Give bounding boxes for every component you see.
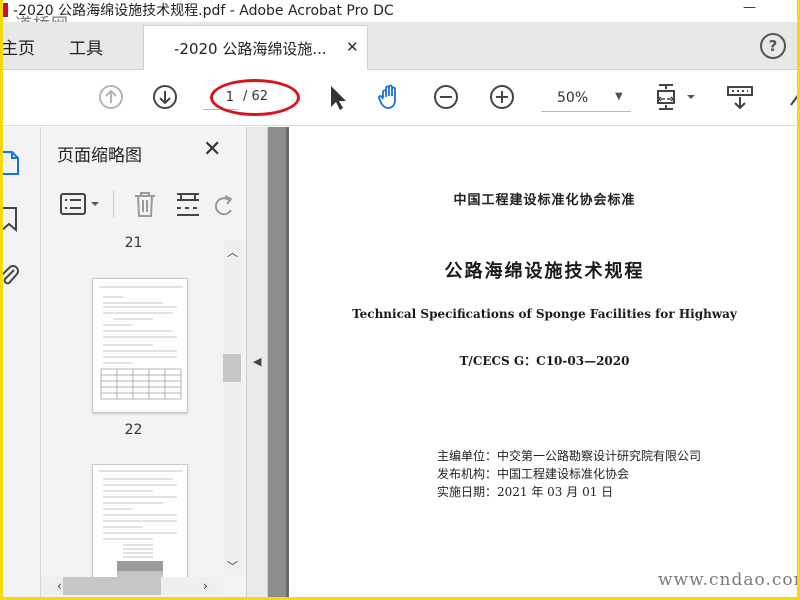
hand-tool-icon[interactable]	[376, 83, 404, 111]
scrollbar-thumb[interactable]	[63, 577, 161, 595]
thumbnail-vertical-scrollbar[interactable]: ︿ ﹀	[223, 240, 241, 575]
title-bar: -2020 公路海绵设施技术规程.pdf - Adobe Acrobat Pro…	[3, 0, 797, 22]
chevron-up-icon[interactable]: ︿	[227, 244, 238, 260]
thumbnails-panel: 页面缩略图 ✕ 21 22 ︿ ﹀ ‹ ›	[41, 127, 246, 597]
tab-home[interactable]: 主页	[3, 34, 35, 59]
doc-code: T/CECS G：C10-03—2020	[459, 354, 630, 368]
app-icon	[3, 3, 8, 17]
pdf-page: 中国工程建设标准化协会标准 公路海绵设施技术规程 Technical Speci…	[286, 127, 797, 597]
rotate-icon[interactable]	[213, 190, 235, 218]
fit-page-icon[interactable]	[655, 83, 699, 111]
prev-page-icon[interactable]	[97, 83, 125, 111]
delete-icon[interactable]	[133, 190, 157, 218]
zoom-value: 50%	[557, 90, 589, 106]
doc-publisher: 发布机构：中国工程建设标准化协会	[437, 467, 630, 481]
tab-document[interactable]: -2020 公路海绵设施... ✕	[143, 25, 368, 70]
tab-tools[interactable]: 工具	[69, 34, 103, 59]
help-icon[interactable]: ?	[760, 33, 786, 59]
more-tools-icon[interactable]	[787, 83, 797, 111]
insert-page-icon[interactable]	[175, 190, 201, 218]
scroll-mode-icon[interactable]	[726, 83, 754, 111]
doc-title-en: Technical Specifications of Sponge Facil…	[352, 307, 737, 321]
zoom-select[interactable]: 50% ▼	[541, 86, 631, 112]
doc-org: 中国工程建设标准化协会标准	[453, 193, 636, 208]
doc-editor: 主编单位：中交第一公路勘察设计研究院有限公司	[437, 449, 702, 463]
chevron-left-icon[interactable]: ‹	[57, 579, 62, 593]
collapse-left-icon[interactable]: ◀	[253, 355, 261, 368]
select-arrow-icon[interactable]	[323, 83, 351, 111]
thumbnail-horizontal-scrollbar[interactable]: ‹ ›	[41, 577, 223, 595]
tab-close-icon[interactable]: ✕	[346, 38, 359, 56]
doc-title-cn: 公路海绵设施技术规程	[444, 261, 645, 282]
tab-bar: 主页 工具 -2020 公路海绵设施... ✕ ?	[3, 22, 797, 70]
watermark-bottom: www.cndao.com	[658, 570, 797, 590]
zoom-out-icon[interactable]	[432, 83, 460, 111]
divider	[113, 190, 114, 218]
document-viewport[interactable]: 中国工程建设标准化协会标准 公路海绵设施技术规程 Technical Speci…	[268, 127, 797, 597]
bookmark-icon[interactable]	[3, 205, 21, 233]
scrollbar-thumb[interactable]	[223, 354, 241, 382]
page-thumbnails-icon[interactable]	[3, 149, 21, 177]
thumbnail-label: 21	[124, 235, 143, 251]
next-page-icon[interactable]	[151, 83, 179, 111]
chevron-down-icon: ▼	[615, 91, 623, 102]
panel-toolbar	[41, 182, 246, 226]
zoom-in-icon[interactable]	[488, 83, 516, 111]
thumbnail-page[interactable]	[92, 278, 188, 413]
tab-document-label: -2020 公路海绵设施...	[174, 40, 327, 58]
acrobat-window: -2020 公路海绵设施技术规程.pdf - Adobe Acrobat Pro…	[3, 0, 797, 597]
window-title: -2020 公路海绵设施技术规程.pdf - Adobe Acrobat Pro…	[13, 3, 394, 19]
thumbnail-page[interactable]	[92, 464, 188, 577]
doc-effective: 实施日期：2021 年 03 月 01 日	[437, 485, 614, 499]
attachment-icon[interactable]	[3, 261, 21, 289]
minimize-button[interactable]: —	[743, 0, 756, 16]
highlight-ellipse	[210, 79, 300, 116]
chevron-down-icon[interactable]: ﹀	[227, 558, 238, 574]
navigation-rail	[3, 127, 41, 597]
thumbnail-list: 21 22	[41, 232, 226, 577]
thumbnail-label: 22	[124, 422, 143, 438]
panel-collapse-strip[interactable]: ◀	[246, 127, 268, 597]
options-menu-icon[interactable]	[59, 192, 103, 216]
toolbar: 1 / 62 50% ▼	[3, 71, 797, 126]
close-icon[interactable]: ✕	[203, 137, 221, 162]
chevron-right-icon[interactable]: ›	[203, 579, 208, 593]
panel-title: 页面缩略图	[57, 146, 142, 166]
